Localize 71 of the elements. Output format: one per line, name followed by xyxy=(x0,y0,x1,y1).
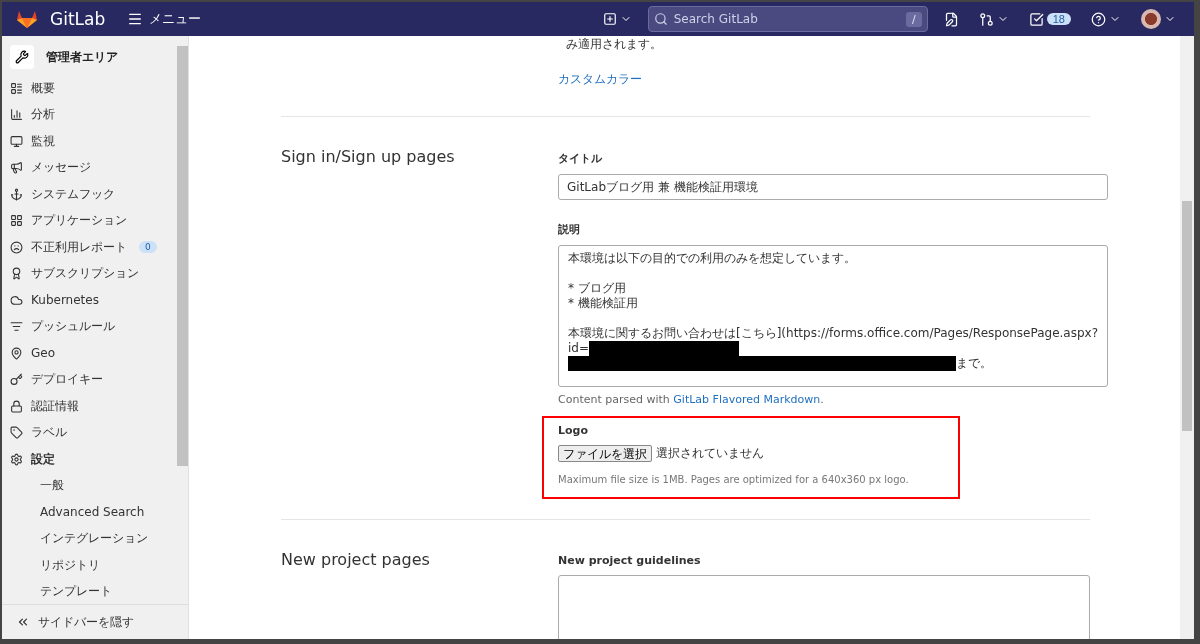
settings-icon xyxy=(10,452,23,466)
lock-icon xyxy=(10,399,23,413)
list-icon xyxy=(10,81,23,95)
sidebar-item[interactable]: Kubernetes xyxy=(10,287,177,314)
grid-icon xyxy=(10,214,23,228)
sidebar-title: 管理者エリア xyxy=(46,48,118,66)
search-icon xyxy=(653,12,668,26)
sidebar-item[interactable]: Geo xyxy=(10,340,177,367)
section-title: New project pages xyxy=(281,549,431,571)
plus-icon xyxy=(602,12,617,26)
menu-button[interactable]: メニュー xyxy=(127,10,202,28)
sidebar-item[interactable]: デプロイキー xyxy=(10,366,177,393)
count-badge: 18 xyxy=(1046,13,1071,25)
sidebar-item[interactable]: 分析 xyxy=(10,101,177,128)
section-title: Sign in/Sign up pages xyxy=(281,146,456,168)
sidebar-item[interactable]: 一般 xyxy=(10,472,177,499)
collapse-sidebar-button[interactable]: サイドバーを隠す xyxy=(2,604,188,639)
anchor-icon xyxy=(10,187,23,201)
chart-icon xyxy=(10,108,23,122)
sidebar-item[interactable]: ラベル xyxy=(10,419,177,446)
scrollbar-thumb[interactable] xyxy=(1182,201,1192,431)
choose-file-button[interactable]: ファイルを選択 xyxy=(558,445,652,462)
sidebar-item[interactable]: サブスクリプション xyxy=(10,260,177,287)
help-text: Content parsed with GitLab Flavored Markdown. xyxy=(558,393,825,406)
sidebar-item[interactable]: プッシュルール xyxy=(10,313,177,340)
title-input[interactable]: GitLabブログ用 兼 機能検証用環境 xyxy=(558,174,1109,200)
monitor-icon xyxy=(10,134,23,148)
sidebar-item[interactable]: 監視 xyxy=(10,128,177,155)
checkbox-icon xyxy=(1028,11,1044,27)
field-label: 説明 xyxy=(558,222,581,237)
double-chevron-icon xyxy=(16,615,30,629)
sidebar-item[interactable]: 認証情報 xyxy=(10,393,177,420)
sidebar-item[interactable]: インテグレーション xyxy=(10,525,177,552)
avatar xyxy=(1141,9,1161,29)
sidebar-item[interactable]: 概要 xyxy=(10,75,177,102)
sidebar-item[interactable]: アプリケーション xyxy=(10,207,177,234)
file-status: 選択されていません xyxy=(656,445,764,462)
filter-icon xyxy=(10,320,23,334)
sidebar-item[interactable]: メッセージ xyxy=(10,154,177,181)
key-icon xyxy=(10,373,23,387)
hint-text: Maximum file size is 1MB. Pages are optimized for a 640x360 px logo. xyxy=(558,474,910,485)
sad-face-icon xyxy=(10,240,23,254)
tag-icon xyxy=(10,426,23,440)
sidebar-item[interactable]: Advanced Search xyxy=(10,499,177,526)
shortcut-key: / xyxy=(906,11,922,27)
field-label: タイトル xyxy=(558,151,603,166)
megaphone-icon xyxy=(10,161,23,175)
todos-button[interactable]: 18 xyxy=(1024,11,1075,27)
wrench-icon xyxy=(10,45,34,69)
description-textarea[interactable]: 本環境は以下の目的での利用のみを想定しています。 * ブログ用 * 機能検証用 本環境に関するお問い合わせは[こちら](https://forms.office.com/Pages/ResponsePage.aspx? id= まで。 xyxy=(558,245,1109,387)
sidebar-item[interactable]: 設定 xyxy=(10,446,177,473)
sidebar-item[interactable]: テンプレート xyxy=(10,578,177,604)
cloud-icon xyxy=(10,293,23,307)
sidebar-item[interactable]: 不正利用レポート 0 xyxy=(10,234,177,261)
document-pen-icon xyxy=(943,11,959,27)
help-icon xyxy=(1091,11,1106,27)
sidebar-item[interactable]: システムフック xyxy=(10,181,177,208)
field-label: New project guidelines xyxy=(558,554,702,567)
fox-logo-icon[interactable] xyxy=(16,9,38,29)
merge-request-icon xyxy=(978,11,994,27)
brand-name[interactable]: GitLab xyxy=(50,9,106,29)
scrollbar-thumb[interactable] xyxy=(177,46,188,466)
award-icon xyxy=(10,267,23,281)
custom-color-link[interactable]: カスタムカラー xyxy=(558,72,642,86)
field-label: Logo xyxy=(558,424,589,437)
count-badge: 0 xyxy=(139,241,157,254)
menu-icon xyxy=(127,11,144,27)
note-text: み適用されます。 xyxy=(565,36,663,52)
map-pin-icon xyxy=(10,346,23,360)
search-field[interactable]: Search GitLab / xyxy=(647,6,928,32)
sidebar-item[interactable]: リポジトリ xyxy=(10,552,177,579)
